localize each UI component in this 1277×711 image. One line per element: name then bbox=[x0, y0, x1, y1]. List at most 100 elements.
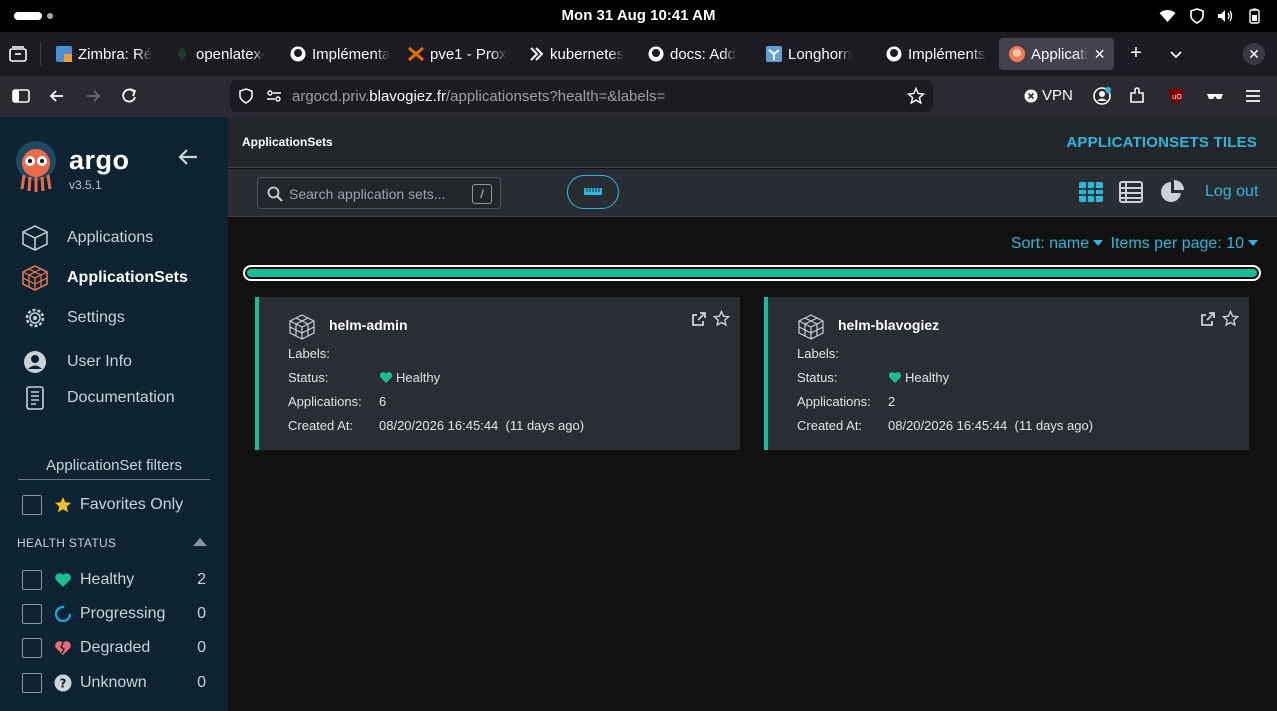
url-text: argocd.priv.blavogiez.fr/applicationsets… bbox=[292, 88, 666, 105]
system-tray[interactable] bbox=[1159, 7, 1263, 24]
applicationset-name[interactable]: helm-blavogiez bbox=[838, 317, 939, 333]
argo-logo-icon[interactable] bbox=[14, 141, 58, 193]
svg-text:?: ? bbox=[60, 677, 67, 691]
battery-icon bbox=[1246, 7, 1263, 24]
breadcrumb[interactable]: ApplicationSets bbox=[242, 135, 333, 149]
health-filter-unknown[interactable]: ? Unknown bbox=[22, 672, 147, 694]
system-clock[interactable]: Mon 31 Aug 10:41 AM bbox=[0, 7, 1277, 24]
progressing-checkbox[interactable] bbox=[22, 604, 42, 624]
github-icon bbox=[886, 46, 902, 62]
browser-tab-kubernetes[interactable]: kubernetes bbox=[518, 38, 638, 70]
browser-tab-bar: Zimbra: Ré openlatex- Implémenta pve1 - … bbox=[0, 32, 1277, 76]
sidebar-item-applications[interactable]: Applications bbox=[20, 223, 153, 253]
applications-value: 2 bbox=[888, 394, 896, 409]
applications-key: Applications: bbox=[288, 394, 362, 409]
external-link-icon[interactable] bbox=[691, 311, 707, 327]
sidebar-item-label: Documentation bbox=[67, 389, 175, 406]
page-header: ApplicationSets APPLICATIONSETS TILES bbox=[228, 117, 1277, 168]
star-icon bbox=[54, 496, 72, 514]
forward-arrow-icon[interactable] bbox=[83, 86, 103, 106]
filter-bars-icon bbox=[584, 188, 602, 195]
github-icon bbox=[290, 46, 306, 62]
health-filter-degraded[interactable]: Degraded bbox=[22, 637, 150, 659]
vpn-off-icon bbox=[1024, 89, 1038, 102]
favorite-star-icon[interactable] bbox=[712, 309, 731, 327]
extension-sunglasses-icon[interactable] bbox=[1205, 86, 1225, 106]
bookmark-star-icon[interactable] bbox=[906, 86, 926, 105]
new-tab-button[interactable]: + bbox=[1126, 43, 1146, 64]
sidebar-item-user-info[interactable]: User Info bbox=[20, 347, 132, 377]
browser-tab-openlatex[interactable]: openlatex- bbox=[164, 38, 280, 70]
items-per-page-dropdown[interactable]: Items per page: 10 bbox=[1111, 235, 1261, 252]
close-window-button[interactable]: ✕ bbox=[1243, 43, 1265, 65]
health-filter-healthy[interactable]: Healthy bbox=[22, 569, 134, 591]
favorites-only-filter[interactable]: Favorites Only bbox=[22, 494, 183, 516]
browser-tab-github-2[interactable]: docs: Add bbox=[638, 38, 756, 70]
tab-overview-icon[interactable] bbox=[8, 44, 28, 64]
health-filter-progressing[interactable]: Progressing bbox=[22, 603, 165, 625]
applicationset-name[interactable]: helm-admin bbox=[329, 317, 408, 333]
list-view-icon[interactable] bbox=[1118, 179, 1144, 205]
degraded-checkbox[interactable] bbox=[22, 638, 42, 658]
menu-hamburger-icon[interactable] bbox=[1243, 86, 1263, 106]
health-status-title: HEALTH STATUS bbox=[17, 536, 117, 550]
wifi-icon bbox=[1159, 7, 1176, 24]
tracking-shield-icon[interactable] bbox=[238, 88, 254, 104]
github-icon bbox=[648, 46, 664, 62]
ublock-icon[interactable]: uO bbox=[1166, 86, 1186, 106]
search-icon bbox=[267, 186, 283, 202]
browser-tab-zimbra[interactable]: Zimbra: Ré bbox=[46, 38, 164, 70]
collapse-caret-icon[interactable] bbox=[193, 538, 207, 546]
sidebar-toggle-icon[interactable] bbox=[11, 86, 31, 106]
browser-tab-github-1[interactable]: Implémenta bbox=[280, 38, 398, 70]
summary-pie-icon[interactable] bbox=[1159, 179, 1185, 205]
search-input[interactable] bbox=[289, 184, 489, 204]
openlatex-icon bbox=[174, 46, 190, 62]
tab-label: kubernetes bbox=[550, 45, 625, 63]
applicationset-card[interactable]: helm-admin Labels: Status: Healthy Appli… bbox=[255, 297, 740, 450]
browser-tab-proxmox[interactable]: pve1 - Prox bbox=[398, 38, 518, 70]
sidebar-item-applicationsets[interactable]: ApplicationSets bbox=[20, 263, 188, 293]
vpn-button[interactable]: VPN bbox=[1024, 87, 1073, 104]
applicationset-card[interactable]: helm-blavogiez Labels: Status: Healthy A… bbox=[764, 297, 1249, 450]
extensions-icon[interactable] bbox=[1127, 86, 1147, 106]
tab-list-chevron-icon[interactable] bbox=[1166, 44, 1186, 64]
zimbra-icon bbox=[56, 46, 72, 62]
favorite-star-icon[interactable] bbox=[1221, 309, 1240, 327]
close-tab-icon[interactable]: ✕ bbox=[1094, 46, 1106, 63]
document-icon bbox=[20, 385, 50, 411]
filter-toggle-button[interactable] bbox=[567, 175, 619, 209]
browser-tab-argocd[interactable]: Applicati ✕ bbox=[999, 38, 1114, 70]
permissions-icon[interactable] bbox=[266, 88, 282, 104]
logout-link[interactable]: Log out bbox=[1205, 183, 1258, 201]
back-arrow-icon[interactable] bbox=[47, 86, 67, 106]
sort-controls: Sort: name Items per page: 10 bbox=[1011, 235, 1261, 253]
external-link-icon[interactable] bbox=[1200, 311, 1216, 327]
url-bar[interactable]: argocd.priv.blavogiez.fr/applicationsets… bbox=[230, 80, 933, 112]
tab-label: Implémenta bbox=[312, 45, 391, 63]
account-icon[interactable] bbox=[1092, 86, 1112, 106]
toolbar: / Log out bbox=[228, 169, 1277, 217]
health-progress-fill bbox=[247, 269, 1257, 277]
tab-separator bbox=[40, 42, 41, 66]
sort-dropdown[interactable]: Sort: name bbox=[1011, 235, 1106, 252]
cube-stack-icon bbox=[20, 265, 50, 291]
tab-label: Applicati bbox=[1031, 45, 1088, 63]
question-circle-icon: ? bbox=[54, 674, 72, 692]
unknown-checkbox[interactable] bbox=[22, 673, 42, 693]
healthy-checkbox[interactable] bbox=[22, 570, 42, 590]
os-top-bar: Mon 31 Aug 10:41 AM bbox=[0, 0, 1277, 32]
sidebar-item-documentation[interactable]: Documentation bbox=[20, 383, 175, 413]
browser-tab-longhorn[interactable]: Longhorn bbox=[756, 38, 876, 70]
collapse-arrow-icon[interactable] bbox=[177, 147, 199, 167]
created-value: 08/20/2026 16:45:44 (11 days ago) bbox=[888, 418, 1094, 433]
created-key: Created At: bbox=[288, 418, 354, 433]
sidebar-item-settings[interactable]: Settings bbox=[20, 303, 125, 333]
reload-icon[interactable] bbox=[119, 86, 139, 106]
gear-icon bbox=[20, 305, 50, 331]
favorites-checkbox[interactable] bbox=[22, 495, 42, 515]
search-box[interactable]: / bbox=[257, 177, 501, 209]
health-count-unknown: 0 bbox=[197, 674, 206, 691]
tiles-view-icon[interactable] bbox=[1078, 179, 1104, 205]
browser-tab-github-3[interactable]: Impléments bbox=[876, 38, 994, 70]
